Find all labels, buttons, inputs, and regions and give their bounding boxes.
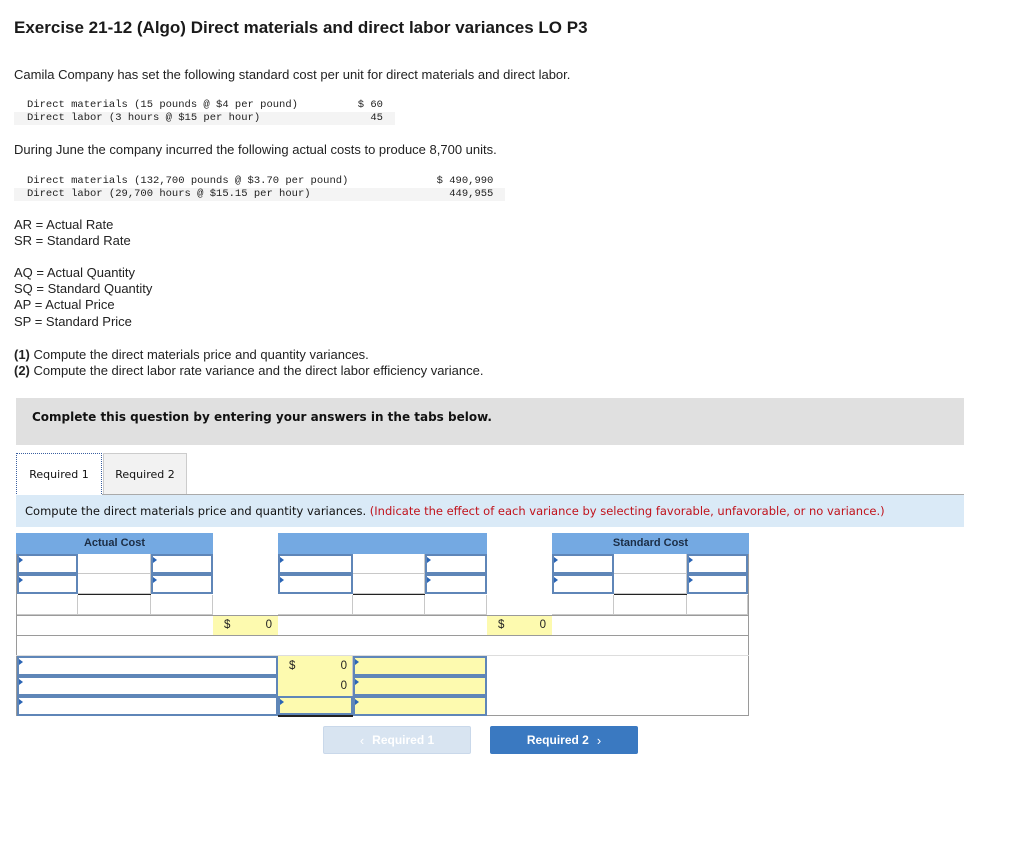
variance-amount: $ 0 [278,656,353,676]
standard-price-input[interactable] [687,574,748,594]
tab-required-1[interactable]: Required 1 [16,453,102,494]
total-variance-input[interactable] [278,696,353,715]
standard-cost-label: Direct materials (15 pounds @ $4 per pou… [27,99,298,111]
previous-button[interactable]: ‹ Required 1 [323,726,471,754]
variance-effect-select[interactable] [353,676,487,696]
requirement-1: (1) Compute the direct materials price a… [14,347,369,362]
instructions-banner: Complete this question by entering your … [16,398,964,445]
variance-effect-select[interactable] [353,656,487,676]
next-button-label: Required 2 [526,733,589,747]
operator-cell [614,554,687,574]
definition: SR = Standard Rate [14,233,131,249]
requirement-2: (2) Compute the direct labor rate varian… [14,363,484,378]
standard-cost-header: Standard Cost [552,533,749,554]
standard-cost-label: Direct labor (3 hours @ $15 per hour) [14,112,310,125]
actual-cost-amount: 449,955 [360,188,506,201]
table-row: Direct materials (132,700 pounds @ $3.70… [14,175,505,188]
instruction-bar: Compute the direct materials price and q… [16,495,964,527]
operator-cell [78,574,151,594]
variance-worksheet: Actual Cost Standard Cost $ 0 $ 0 $ 0 0 [16,533,749,717]
operator-cell [78,554,151,574]
actual-price-input[interactable] [151,574,213,594]
standard-cost-amount: $ 60 [357,99,383,111]
chevron-left-icon: ‹ [359,732,365,748]
definition: SQ = Standard Quantity [14,281,153,297]
middle-quantity-input[interactable] [278,574,353,594]
standard-cost-table: Direct materials (15 pounds @ $4 per pou… [14,99,395,125]
actual-cost-table: Direct materials (132,700 pounds @ $3.70… [14,175,506,201]
middle-header [278,533,487,554]
variance-label-input[interactable] [17,656,278,676]
tab-required-2[interactable]: Required 2 [103,453,187,494]
operator-cell [614,574,687,594]
banner-text: Complete this question by entering your … [32,410,492,424]
standard-quantity-input[interactable] [552,554,614,574]
definition: AP = Actual Price [14,297,115,313]
rate-definitions: AR = Actual Rate SR = Standard Rate [14,217,131,249]
next-button[interactable]: Required 2 › [490,726,638,754]
middle-quantity-input[interactable] [278,554,353,574]
quantity-definitions: AQ = Actual Quantity SQ = Standard Quant… [14,265,152,330]
variance-label-input[interactable] [17,696,278,716]
actual-cost-label: Direct labor (29,700 hours @ $15.15 per … [14,188,361,201]
middle-price-input[interactable] [425,574,487,594]
actual-quantity-input[interactable] [17,554,78,574]
middle-price-input[interactable] [425,554,487,574]
instruction-note: (Indicate the effect of each variance by… [369,504,885,518]
actual-cost-amount: $ 490,990 [436,175,494,187]
actual-cost-header: Actual Cost [16,533,213,554]
table-row: Direct labor (3 hours @ $15 per hour) 45 [14,112,395,125]
standard-price-input[interactable] [687,554,748,574]
standard-cost-amount: 45 [309,112,395,125]
table-row: Direct labor (29,700 hours @ $15.15 per … [14,188,506,201]
instruction-text: Compute the direct materials price and q… [25,504,367,518]
operator-cell [353,554,425,574]
standard-quantity-input[interactable] [552,574,614,594]
variance-label-input[interactable] [17,676,278,696]
actual-cost-label: Direct materials (132,700 pounds @ $3.70… [27,175,349,187]
variance-effect-select[interactable] [353,696,487,716]
middle-total: $ 0 [487,616,552,635]
actual-price-input[interactable] [151,554,213,574]
table-row: Direct materials (15 pounds @ $4 per pou… [14,99,395,112]
intro-text: Camila Company has set the following sta… [14,67,571,82]
previous-button-label: Required 1 [372,733,435,747]
variance-amount: 0 [278,676,353,696]
actual-intro-text: During June the company incurred the fol… [14,142,497,157]
actual-quantity-input[interactable] [17,574,78,594]
definition: AQ = Actual Quantity [14,265,136,280]
actual-cost-total: $ 0 [213,616,278,635]
operator-cell [353,574,425,594]
definition: AR = Actual Rate [14,217,114,232]
definition: SP = Standard Price [14,313,132,329]
requirements-list: (1) Compute the direct materials price a… [14,347,483,379]
chevron-right-icon: › [596,732,602,748]
page-title: Exercise 21-12 (Algo) Direct materials a… [14,18,588,37]
